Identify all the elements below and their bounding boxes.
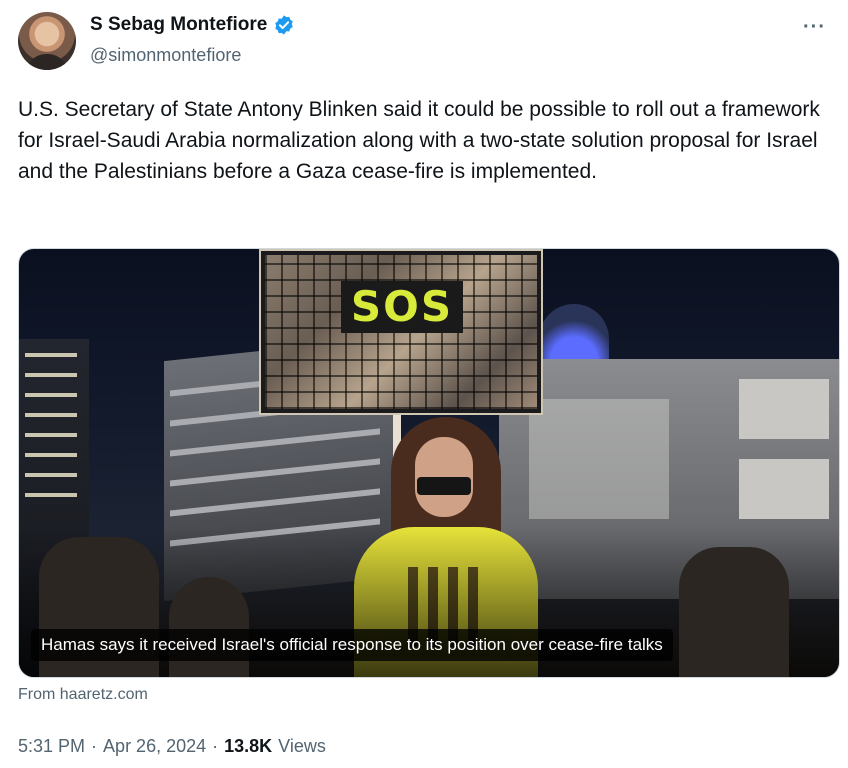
tweet-media-card[interactable]: SOS Hamas says it received Israel's offi… (18, 248, 840, 678)
verified-badge-icon (275, 15, 294, 35)
views-label: Views (278, 736, 326, 756)
tweet-date[interactable]: Apr 26, 2024 (103, 736, 206, 757)
meta-separator: · (212, 736, 219, 756)
views-count: 13.8K (224, 736, 273, 756)
more-options-icon[interactable]: ··· (803, 16, 826, 39)
author-handle[interactable]: @simonmontefiore (90, 45, 241, 66)
tweet-text: U.S. Secretary of State Antony Blinken s… (18, 98, 820, 183)
crowd-person (679, 547, 789, 677)
author-name[interactable]: S Sebag Montefiore (90, 14, 267, 36)
tweet-time[interactable]: 5:31 PM (18, 736, 85, 757)
media-caption: Hamas says it received Israel's official… (31, 629, 673, 661)
sign-text: SOS (341, 281, 463, 333)
meta-separator: · (91, 736, 98, 756)
mouth-tape (417, 477, 471, 495)
crowd-person (169, 577, 249, 677)
media-source-link[interactable]: From haaretz.com (18, 686, 148, 704)
author-avatar[interactable] (18, 12, 76, 70)
author-name-row: S Sebag Montefiore (90, 14, 295, 36)
tweet-meta: 5:31 PM · Apr 26, 2024 · 13.8K Views (18, 736, 326, 757)
protest-sign: SOS (259, 249, 543, 415)
